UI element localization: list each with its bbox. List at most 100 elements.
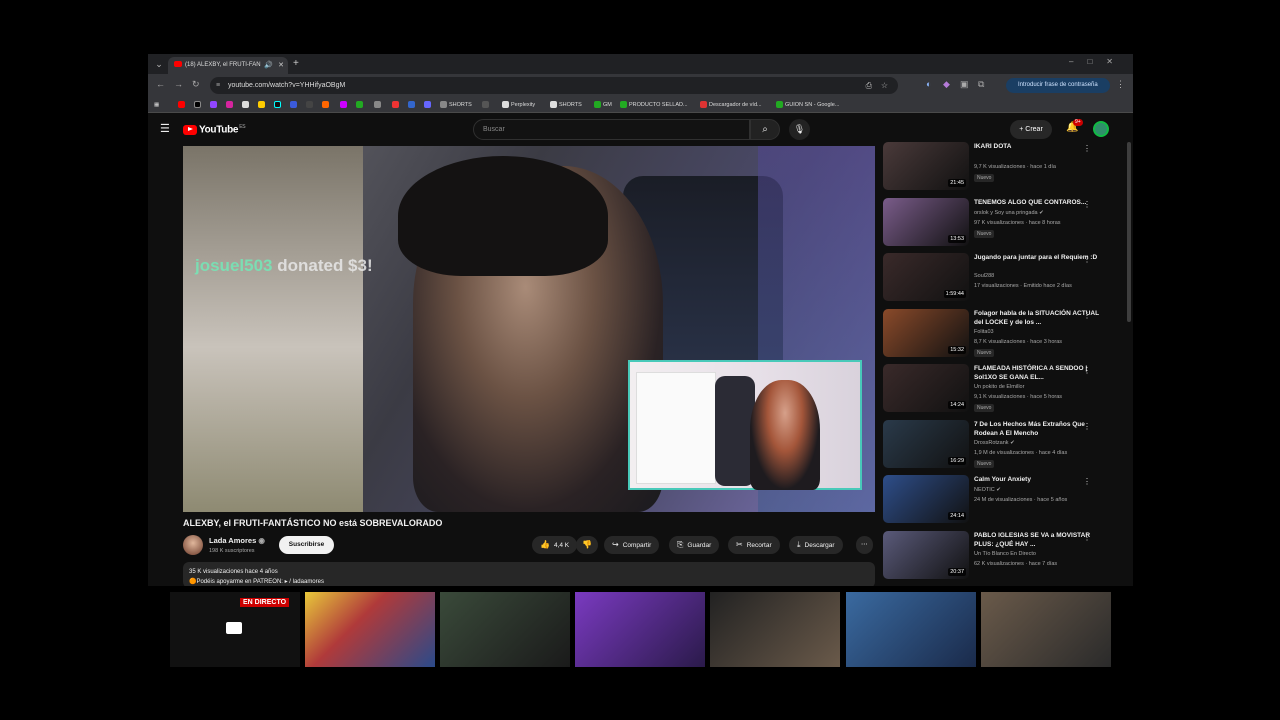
video-background-room [183,146,363,512]
bookmark-icon[interactable] [392,100,401,110]
apps-icon[interactable]: ▦ [154,100,159,110]
bookmark-icon[interactable] [408,100,417,110]
recommended-channel[interactable]: DrossRotzank ✔ [974,440,1015,446]
bookmark-icon[interactable] [424,100,433,110]
bookmark-gm[interactable]: GM [594,100,612,110]
close-tab-icon[interactable]: ✕ [278,57,284,74]
reload-icon[interactable]: ↻ [192,79,200,90]
menu-icon[interactable]: ☰ [160,122,170,135]
share-button[interactable]: ↪ Compartir [604,536,660,554]
speaker-icon[interactable]: 🔊 [264,57,273,74]
recommended-channel[interactable]: Soul288 [974,273,994,279]
search-input[interactable]: Buscar [473,119,750,140]
more-options-icon[interactable]: ⋮ [1083,422,1091,431]
microphone-icon[interactable]: 🎙 [789,119,810,140]
video-thumbnail[interactable]: 16:29 [883,419,969,468]
tab-youtube[interactable]: (18) ALEXBY, el FRUTI-FAN 🔊 ✕ [168,57,288,74]
new-tab-icon[interactable]: + [293,57,299,71]
subscribe-button[interactable]: Suscribirse [279,536,334,554]
site-info-icon[interactable]: ≡ [216,77,220,94]
forward-icon[interactable]: → [174,79,183,89]
clip-button[interactable]: ✂ Recortar [728,536,780,554]
more-options-icon[interactable]: ⋮ [1083,255,1091,264]
more-options-icon[interactable]: ⋮ [1083,477,1091,486]
recommended-channel[interactable]: Folita03 [974,329,994,335]
bookmark-shorts-2[interactable]: SHORTS [550,100,582,110]
account-avatar[interactable] [1093,121,1109,137]
bookmark-icon[interactable] [356,100,365,110]
save-button[interactable]: ⎘ Guardar [669,536,720,554]
browser-menu-icon[interactable]: ⋮ [1116,79,1125,90]
extensions-puzzle-icon[interactable]: ⧉ [978,79,984,90]
recommended-video[interactable]: 16:29 7 De Los Hechos Más Extraños Que Ro… [883,419,1113,472]
bookmark-icon[interactable] [306,100,315,110]
recommended-video[interactable]: 21:45 IKARI DOTA 9,7 K visualizaciones · h… [883,142,1113,194]
download-button[interactable]: ⤓ Descargar [789,536,843,554]
video-thumbnail[interactable]: 21:45 [883,142,969,190]
channel-name[interactable]: Lada Amores ◉ [209,536,265,545]
bookmark-download-icon[interactable] [242,100,251,110]
recommended-channel[interactable]: orslok y Soy una pringada ✔ [974,210,1044,216]
like-button[interactable]: 👍 4,4 K [532,536,578,554]
bookmark-descargador[interactable]: Descargador de víd... [700,100,762,110]
more-actions-button[interactable]: ⋯ [856,536,873,554]
back-icon[interactable]: ← [156,79,165,89]
bookmark-twitch-icon[interactable] [210,100,219,110]
description-box[interactable]: 35 K visualizaciones hace 4 años 🟠Podéis… [183,562,875,586]
more-options-icon[interactable]: ⋮ [1083,200,1091,209]
channel-avatar[interactable] [183,535,203,555]
more-options-icon[interactable]: ⋮ [1083,533,1091,542]
verified-icon: ◉ [258,536,265,545]
more-options-icon[interactable]: ⋮ [1083,366,1091,375]
bookmark-instagram-icon[interactable] [226,100,235,110]
bookmark-icon[interactable] [322,100,331,110]
extension-icon[interactable]: ◆ [943,79,950,90]
recommended-video[interactable]: 24:14 Calm Your Anxiety NEOTIC ✔ 24 M de vi… [883,475,1113,527]
youtube-logo[interactable]: YouTubeES [183,124,246,135]
bookmark-star-icon[interactable]: ☆ [881,77,888,94]
recommended-channel[interactable]: NEOTIC ✔ [974,487,1001,493]
password-prompt-button[interactable]: Introducir frase de contraseña [1006,78,1110,93]
bookmark-icon[interactable] [290,100,299,110]
video-thumbnail[interactable]: 24:14 [883,475,969,523]
search-icon[interactable]: ⌕ [750,119,780,140]
more-options-icon[interactable]: ⋮ [1083,144,1091,153]
recommended-video[interactable]: 1:59:44 Jugando para juntar para el Requi… [883,253,1113,305]
recommended-video[interactable]: 13:53 TENEMOS ALGO QUE CONTAROS... orslok … [883,197,1113,250]
recommended-video[interactable]: 15:32 Folagor habla de la SITUACIÓN ACTUA… [883,308,1113,361]
address-bar[interactable]: ≡ youtube.com/watch?v=YHHifyaOBgM ⎙ ☆ [210,77,898,94]
streamer-cams [170,592,1115,667]
bookmark-icon[interactable] [340,100,349,110]
bookmark-icon[interactable] [374,100,383,110]
recommended-video[interactable]: 14:24 FLAMEADA HISTÓRICA A SENDOO | Sol1X… [883,364,1113,416]
bookmark-producto[interactable]: PRODUCTO SELLAD... [620,100,688,110]
recommended-video[interactable]: 20:37 PABLO IGLESIAS SE VA a MOVISTAR PLU… [883,530,1113,583]
bookmark-x-icon[interactable] [194,100,203,110]
recommended-channel[interactable]: Un pokito de Elmillor [974,384,1024,390]
scrollbar[interactable] [1127,142,1131,322]
bookmark-youtube-icon[interactable] [178,100,187,110]
video-thumbnail[interactable]: 20:37 [883,530,969,579]
more-options-icon[interactable]: ⋮ [1083,311,1091,320]
dislike-button[interactable]: 👎 [576,536,598,554]
window-controls[interactable]: –□✕ [1069,57,1127,66]
bookmark-icon[interactable] [258,100,267,110]
install-icon[interactable]: ⎙ [866,77,872,94]
create-button[interactable]: + Crear [1010,120,1052,139]
video-player[interactable]: josuel503 donated $3! [183,146,875,512]
tab-search-icon[interactable]: ⌄ [152,58,166,70]
bookmark-perplexity[interactable]: Perplexity [502,100,535,110]
video-duration: 21:45 [948,179,966,187]
bookmark-shorts-1[interactable]: SHORTS [440,100,472,110]
bookmark-icon[interactable] [482,100,491,110]
bookmark-guion[interactable]: GUION SN - Google... [776,100,839,110]
recommended-channel[interactable]: Un Tío Blanco En Directo [974,551,1036,557]
video-thumbnail[interactable]: 13:53 [883,197,969,246]
video-thumbnail[interactable]: 14:24 [883,364,969,412]
extension-icon[interactable]: ▣ [960,79,969,90]
video-thumbnail[interactable]: 1:59:44 [883,253,969,301]
extension-icon[interactable]: ◐ [926,79,931,89]
bookmark-tiktok-icon[interactable] [274,100,283,110]
new-badge: Nuevo [974,459,995,468]
video-thumbnail[interactable]: 15:32 [883,308,969,357]
